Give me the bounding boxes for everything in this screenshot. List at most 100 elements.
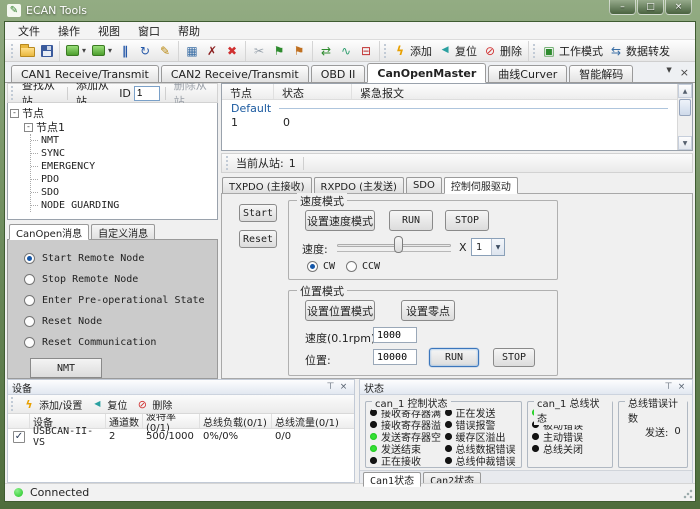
option-start-remote-node[interactable]: Start Remote Node (24, 248, 217, 269)
tree-root[interactable]: - 节点 (10, 106, 215, 120)
column-header-baud[interactable]: 波特率(0/1) (143, 414, 200, 428)
pause-button[interactable]: ∥ (116, 42, 134, 59)
column-header-state[interactable]: 状态 (274, 84, 352, 99)
collapse-icon[interactable]: - (24, 123, 33, 132)
direction-ccw-radio[interactable]: CCW (346, 261, 380, 272)
refresh-button[interactable]: ↻ (136, 42, 154, 59)
delete-item-button[interactable]: ✗ (203, 42, 221, 59)
device-connect-dropdown[interactable]: ▾ (64, 44, 88, 57)
menu-file[interactable]: 文件 (9, 22, 49, 40)
scrollbar-thumb[interactable] (679, 99, 691, 116)
clear-button[interactable]: ✎ (156, 42, 174, 59)
column-header-node[interactable]: 节点 (222, 84, 274, 99)
signal-button[interactable]: ∿ (337, 42, 355, 59)
tab-canopen-message[interactable]: CanOpen消息 (9, 224, 89, 240)
save-file-button[interactable] (39, 44, 55, 58)
cut-button[interactable]: ✂ (250, 42, 268, 59)
tab-canopenmaster[interactable]: CanOpenMaster (367, 63, 486, 83)
close-icon[interactable]: × (675, 382, 688, 392)
flag-orange-button[interactable]: ⚑ (290, 42, 308, 59)
device-reset-button[interactable]: ◀复位 (88, 396, 129, 413)
position-input[interactable] (373, 349, 417, 365)
tab-close-button[interactable]: × (680, 66, 689, 79)
scroll-down-button[interactable]: ▼ (678, 136, 692, 150)
speed-run-button[interactable]: RUN (389, 210, 433, 231)
flag-green-button[interactable]: ⚑ (270, 42, 288, 59)
data-forward-button[interactable]: ⇆数据转发 (607, 42, 672, 60)
device-delete-button[interactable]: ⊘删除 (133, 396, 174, 413)
tree-leaf-sync[interactable]: SYNC (31, 147, 215, 160)
close-button[interactable]: × (665, 0, 692, 15)
nmt-send-button[interactable]: NMT (30, 358, 102, 378)
device-table-row[interactable]: ✓ USBCAN-II-VS 2 500/1000 0%/0% 0/0 (8, 429, 354, 444)
tab-sdo[interactable]: SDO (406, 177, 442, 194)
work-mode-button[interactable]: ▣工作模式 (540, 42, 605, 60)
toolbar-grip[interactable] (384, 44, 387, 58)
option-enter-preoperational[interactable]: Enter Pre-operational State (24, 290, 217, 311)
slider-thumb[interactable] (394, 236, 403, 253)
menu-help[interactable]: 帮助 (169, 22, 209, 40)
tree-leaf-node-guarding[interactable]: NODE GUARDING (31, 199, 215, 212)
resize-grip[interactable] (682, 488, 693, 499)
menu-view[interactable]: 视图 (89, 22, 129, 40)
toolbar-grip[interactable] (533, 44, 536, 58)
tab-can1-receive-transmit[interactable]: CAN1 Receive/Transmit (11, 65, 159, 83)
tab-rxpdo[interactable]: RXPDO (主发送) (314, 177, 404, 194)
scrollbar-track[interactable] (678, 117, 692, 136)
column-header-channels[interactable]: 通道数 (106, 414, 143, 428)
column-header-flow[interactable]: 总线流量(0/1) (272, 414, 354, 428)
delete-button[interactable]: ⊘删除 (481, 42, 524, 60)
tree-leaf-sdo[interactable]: SDO (31, 186, 215, 199)
add-button[interactable]: ϟ添加 (391, 42, 434, 60)
set-zero-button[interactable]: 设置零点 (401, 300, 455, 321)
device-checkbox[interactable]: ✓ (13, 431, 25, 443)
vertical-scrollbar[interactable]: ▲ ▼ (677, 84, 692, 150)
pin-icon[interactable]: ⊤ (324, 382, 337, 392)
tab-smart-decode[interactable]: 智能解码 (569, 65, 633, 83)
tree-leaf-nmt[interactable]: NMT (31, 134, 215, 147)
option-reset-communication[interactable]: Reset Communication (24, 332, 217, 353)
copy-button[interactable]: ▦ (183, 42, 201, 59)
direction-cw-radio[interactable]: CW (307, 261, 335, 272)
toolbar-grip[interactable] (226, 156, 229, 170)
delete-all-button[interactable]: ✖ (223, 42, 241, 59)
reset-node-button[interactable]: Reset (239, 230, 277, 248)
column-header-emergency[interactable]: 紧急报文 (352, 84, 677, 99)
start-button[interactable]: Start (239, 204, 277, 222)
tab-txpdo[interactable]: TXPDO (主接收) (222, 177, 312, 194)
menu-window[interactable]: 窗口 (129, 22, 169, 40)
combo-arrow-icon[interactable]: ▼ (491, 239, 504, 255)
speed-slider[interactable] (337, 236, 451, 255)
set-position-mode-button[interactable]: 设置位置模式 (305, 300, 375, 321)
close-icon[interactable]: × (337, 382, 350, 392)
option-reset-node[interactable]: Reset Node (24, 311, 217, 332)
pin-icon[interactable]: ⊤ (662, 382, 675, 392)
toolbar-grip[interactable] (11, 86, 14, 100)
device-config-dropdown[interactable]: ▾ (90, 44, 114, 57)
scroll-up-button[interactable]: ▲ (678, 84, 692, 98)
position-speed-input[interactable] (373, 327, 417, 343)
tab-curve[interactable]: 曲线Curver (488, 65, 567, 83)
tree-leaf-emergency[interactable]: EMERGENCY (31, 160, 215, 173)
toolbar-grip[interactable] (11, 44, 14, 58)
column-header-load[interactable]: 总线负载(0/1) (200, 414, 272, 428)
minimize-button[interactable]: – (609, 0, 636, 15)
tab-servo-control[interactable]: 控制伺服驱动 (444, 177, 518, 194)
menu-operate[interactable]: 操作 (49, 22, 89, 40)
tab-list-dropdown[interactable]: ▼ (666, 66, 671, 79)
set-speed-mode-button[interactable]: 设置速度模式 (305, 210, 375, 231)
tree-node-1[interactable]: - 节点1 (24, 120, 215, 134)
toolbar-grip[interactable] (11, 397, 14, 411)
multiplier-select[interactable]: 1 ▼ (471, 238, 505, 256)
reset-button[interactable]: ◀复位 (436, 42, 479, 60)
tab-can1-status[interactable]: Can1状态 (363, 472, 421, 487)
position-run-button[interactable]: RUN (429, 348, 479, 367)
table-row[interactable]: 1 0 (222, 116, 677, 131)
remove-window-button[interactable]: ⊟ (357, 42, 375, 59)
tab-obd2[interactable]: OBD II (311, 65, 366, 83)
slave-id-input[interactable] (134, 86, 160, 101)
swap-button[interactable]: ⇄ (317, 42, 335, 59)
tab-can2-receive-transmit[interactable]: CAN2 Receive/Transmit (161, 65, 309, 83)
collapse-icon[interactable]: - (10, 109, 19, 118)
position-stop-button[interactable]: STOP (493, 348, 535, 367)
